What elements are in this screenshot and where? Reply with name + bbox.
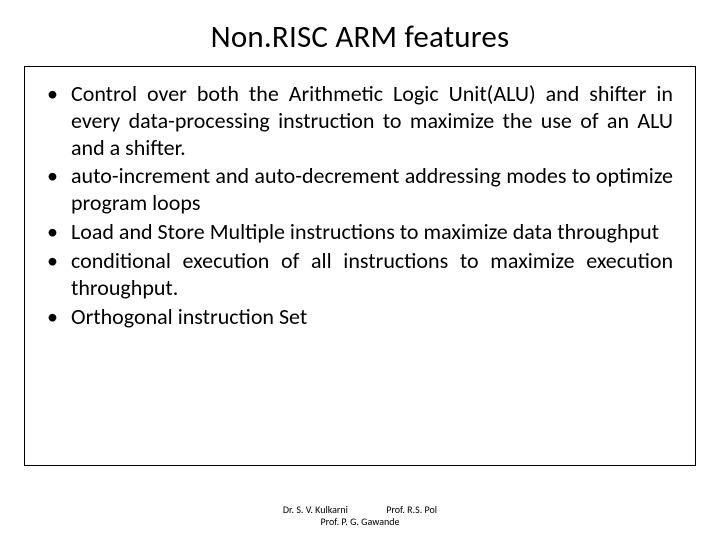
list-item: conditional execution of all instruction… [71, 248, 673, 302]
content-box: Control over both the Arithmetic Logic U… [24, 66, 696, 466]
list-item: Orthogonal instruction Set [71, 304, 673, 331]
feature-list: Control over both the Arithmetic Logic U… [47, 81, 673, 330]
credit-name: Prof. P. G. Gawande [320, 515, 399, 528]
list-item: Load and Store Multiple instructions to … [71, 219, 673, 246]
list-item: Control over both the Arithmetic Logic U… [71, 81, 673, 161]
list-item: auto-increment and auto-decrement addres… [71, 163, 673, 217]
page-title: Non.RISC ARM features [24, 18, 696, 56]
footer-credits: Dr. S. V. Kulkarni Prof. R.S. Pol Prof. … [0, 504, 720, 528]
